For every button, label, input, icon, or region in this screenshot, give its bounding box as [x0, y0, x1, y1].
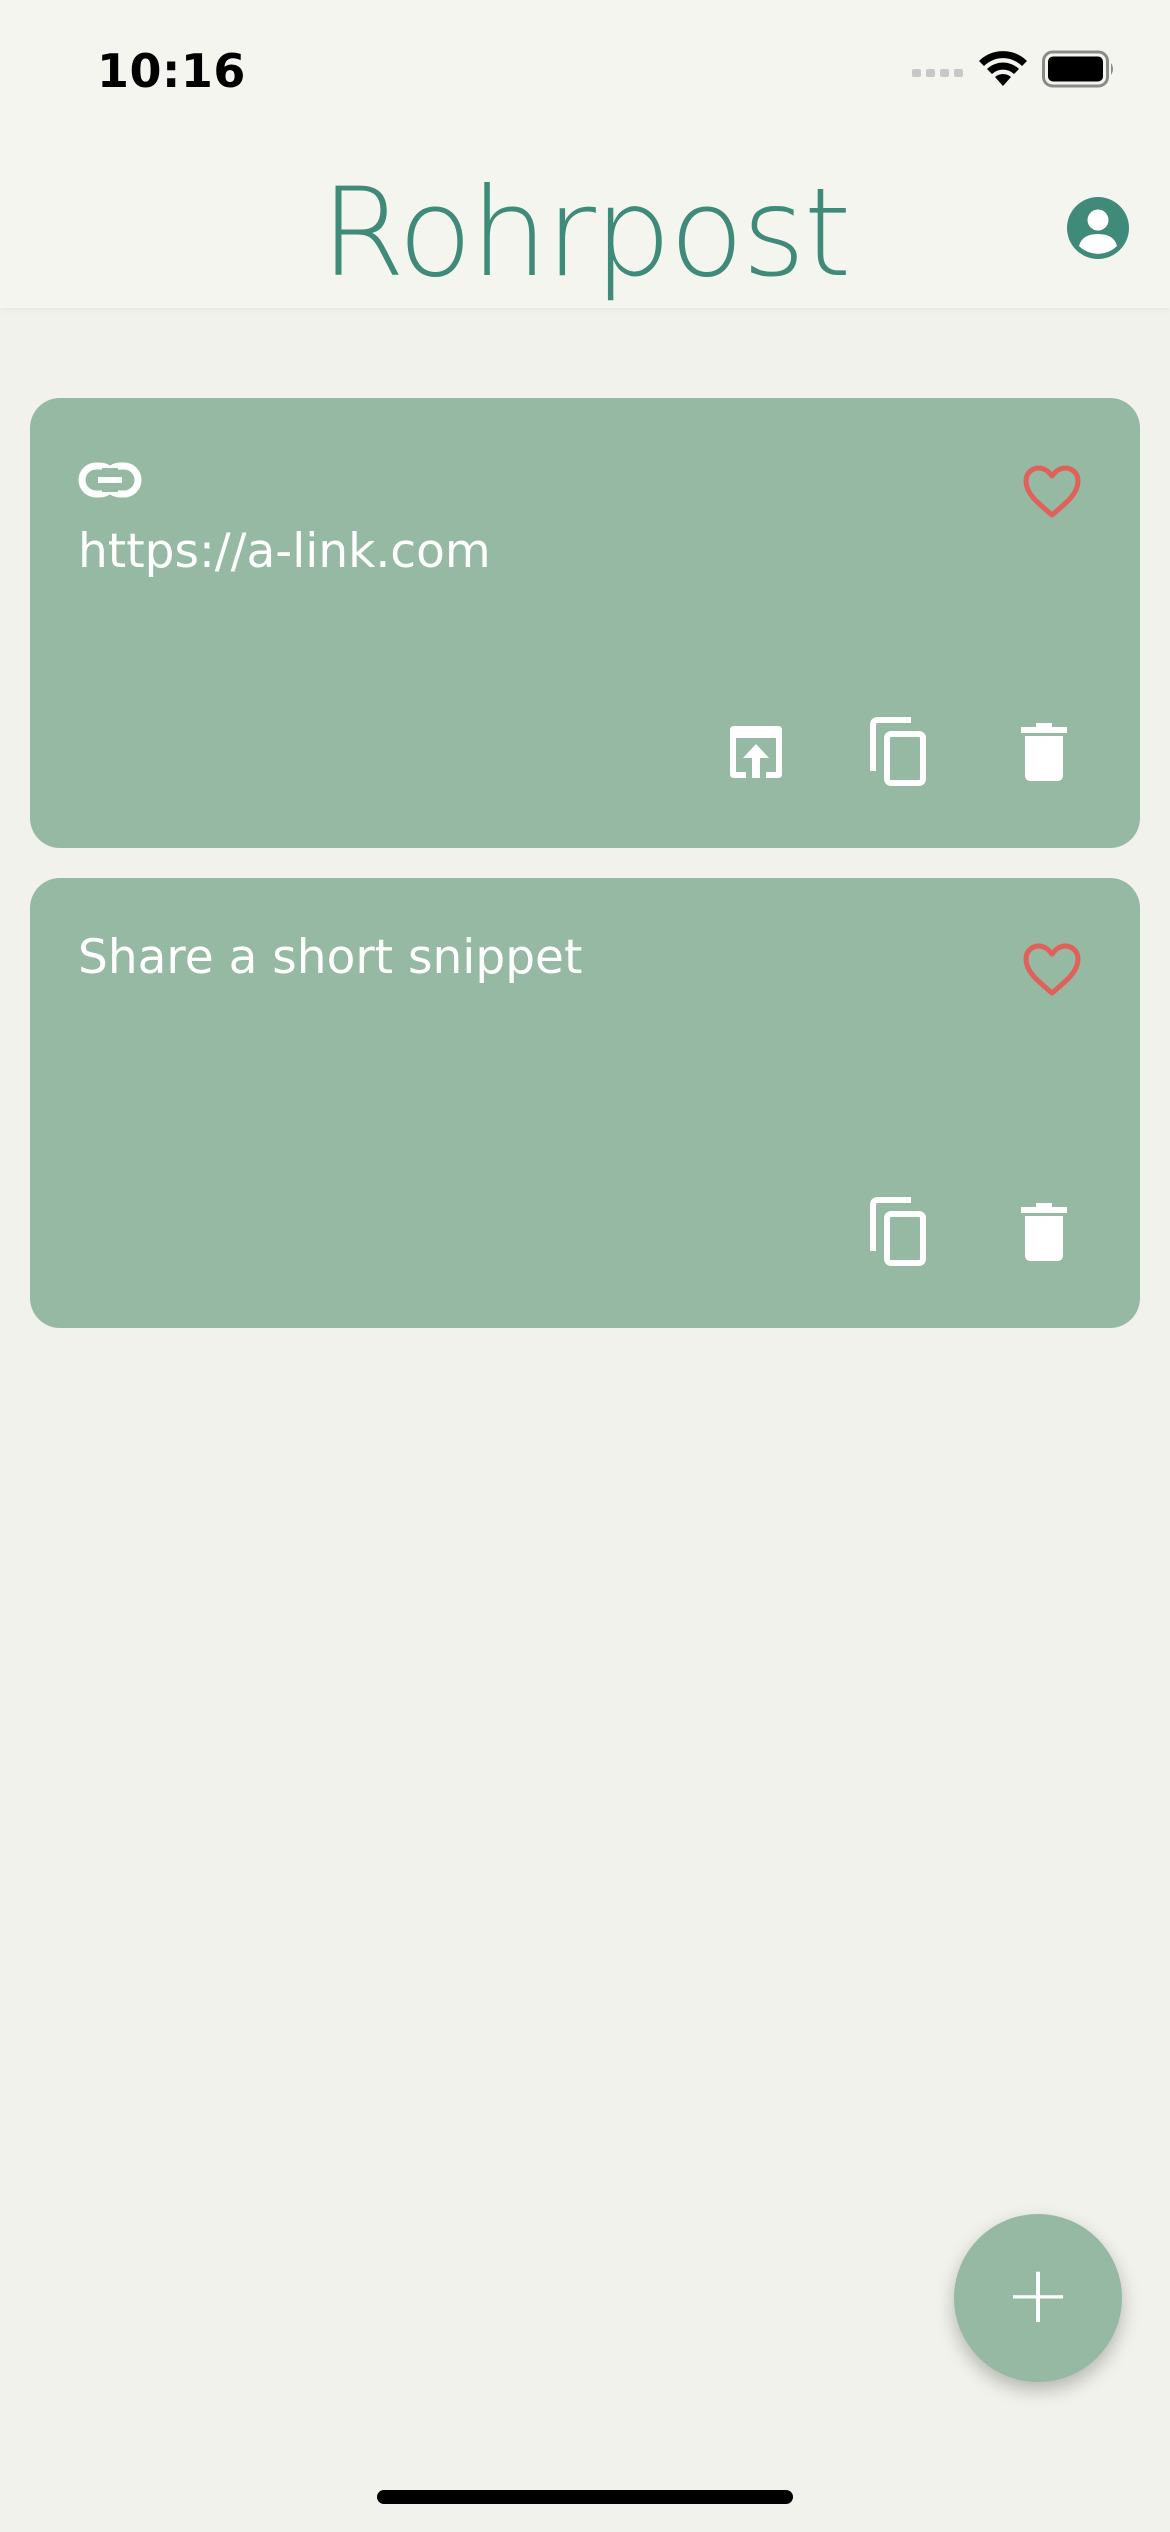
delete-button[interactable] — [1006, 1194, 1082, 1270]
status-bar: 10:16 — [0, 0, 1170, 140]
delete-icon — [1021, 1203, 1067, 1261]
copy-button[interactable] — [860, 1194, 936, 1270]
favorite-button[interactable] — [1022, 464, 1082, 520]
copy-icon — [870, 717, 926, 786]
plus-icon: + — [1004, 2248, 1072, 2341]
delete-icon — [1021, 723, 1067, 781]
snippet-text: https://a-link.com — [78, 524, 491, 579]
account-circle-icon — [1067, 197, 1129, 259]
status-time: 10:16 — [97, 44, 246, 98]
snippet-card-text[interactable]: Share a short snippet — [30, 878, 1140, 1328]
link-icon — [78, 462, 142, 498]
status-icons — [912, 50, 1116, 88]
delete-button[interactable] — [1006, 714, 1082, 790]
snippet-text: Share a short snippet — [78, 930, 583, 985]
heart-outline-icon — [1023, 465, 1081, 518]
account-button[interactable] — [1066, 196, 1130, 260]
heart-outline-icon — [1023, 943, 1081, 996]
add-snippet-button[interactable]: + — [954, 2214, 1122, 2382]
copy-icon — [870, 1197, 926, 1266]
open-link-button[interactable] — [718, 714, 794, 790]
wifi-icon — [979, 51, 1027, 86]
favorite-button[interactable] — [1022, 942, 1082, 998]
cellular-signal-icon — [912, 69, 963, 77]
snippet-card-link[interactable]: https://a-link.com — [30, 398, 1140, 848]
home-indicator[interactable] — [377, 2490, 793, 2504]
copy-button[interactable] — [860, 714, 936, 790]
app-header: Rohrpost — [0, 140, 1170, 308]
open-icon — [730, 726, 782, 778]
app-title: Rohrpost — [320, 162, 852, 304]
battery-icon — [1042, 50, 1113, 88]
